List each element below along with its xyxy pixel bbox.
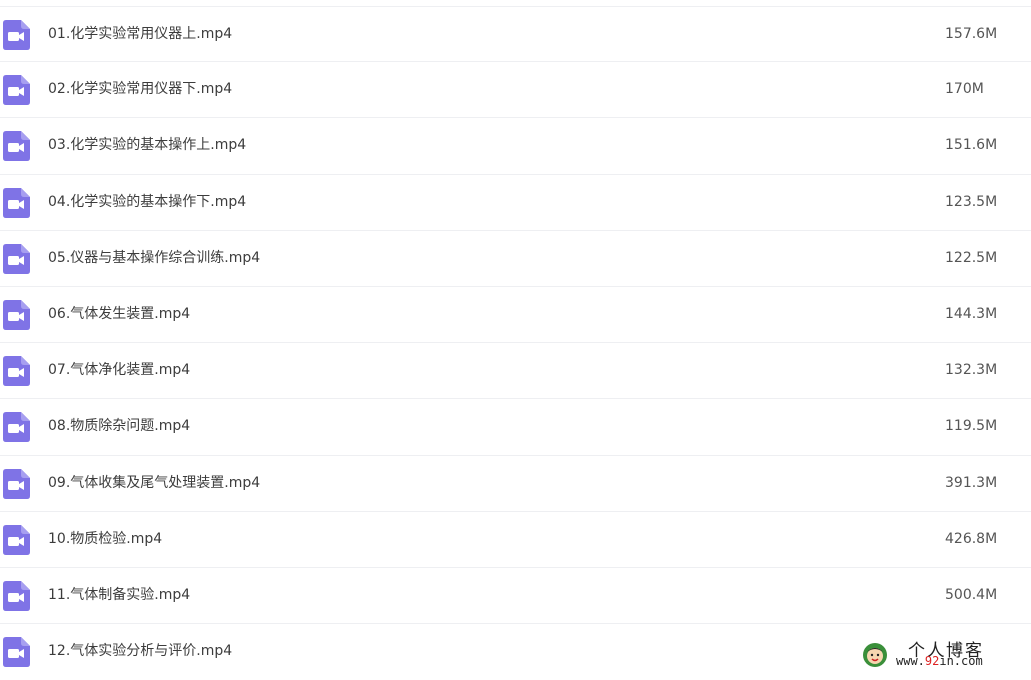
watermark-url-suffix: in.com — [939, 654, 983, 668]
file-row[interactable]: 10.物质检验.mp4 426.8M — [0, 512, 1031, 568]
video-file-icon — [3, 131, 30, 162]
file-name[interactable]: 06.气体发生装置.mp4 — [48, 304, 190, 324]
file-row[interactable]: 08.物质除杂问题.mp4 119.5M — [0, 399, 1031, 456]
file-list: 01.化学实验常用仪器上.mp4 157.6M 02.化学实验常用仪器下.mp4… — [0, 6, 1031, 680]
file-size: 122.5M — [945, 249, 998, 266]
video-file-icon — [3, 468, 30, 499]
file-size: 426.8M — [945, 530, 998, 547]
video-file-icon — [3, 524, 30, 555]
video-file-icon — [3, 75, 30, 106]
file-name[interactable]: 07.气体净化装置.mp4 — [48, 360, 190, 380]
file-row[interactable]: 03.化学实验的基本操作上.mp4 151.6M — [0, 118, 1031, 175]
file-row[interactable]: 04.化学实验的基本操作下.mp4 123.5M — [0, 175, 1031, 231]
file-name[interactable]: 10.物质检验.mp4 — [48, 529, 162, 549]
file-size: 500.4M — [945, 586, 998, 603]
file-name[interactable]: 02.化学实验常用仪器下.mp4 — [48, 79, 232, 99]
file-row[interactable]: 02.化学实验常用仪器下.mp4 170M — [0, 62, 1031, 119]
video-file-icon — [3, 580, 30, 611]
file-row[interactable]: 06.气体发生装置.mp4 144.3M — [0, 287, 1031, 344]
watermark-url-accent: 92 — [924, 654, 940, 668]
file-size: 132.3M — [945, 362, 998, 379]
file-size: 119.5M — [945, 418, 998, 435]
file-name[interactable]: 04.化学实验的基本操作下.mp4 — [48, 192, 246, 212]
video-file-icon — [3, 20, 30, 50]
blog-watermark: 个人博客 www.92in.com — [858, 636, 1028, 672]
video-file-icon — [3, 187, 30, 218]
video-file-icon — [3, 299, 30, 330]
file-name[interactable]: 05.仪器与基本操作综合训练.mp4 — [48, 248, 260, 268]
file-name[interactable]: 12.气体实验分析与评价.mp4 — [48, 641, 232, 661]
video-file-icon — [3, 412, 30, 443]
file-size: 157.6M — [945, 26, 998, 42]
watermark-url: www.92in.com — [896, 654, 983, 668]
file-size: 391.3M — [945, 474, 998, 491]
file-name[interactable]: 01.化学实验常用仪器上.mp4 — [48, 24, 232, 44]
video-file-icon — [3, 637, 30, 668]
file-name[interactable]: 11.气体制备实验.mp4 — [48, 585, 190, 605]
file-row[interactable]: 09.气体收集及尾气处理装置.mp4 391.3M — [0, 456, 1031, 512]
video-file-icon — [3, 243, 30, 274]
file-size: 151.6M — [945, 137, 998, 154]
file-name[interactable]: 09.气体收集及尾气处理装置.mp4 — [48, 473, 260, 493]
file-name[interactable]: 08.物质除杂问题.mp4 — [48, 416, 190, 436]
file-row[interactable]: 11.气体制备实验.mp4 500.4M — [0, 568, 1031, 625]
file-row[interactable]: 05.仪器与基本操作综合训练.mp4 122.5M — [0, 231, 1031, 287]
file-row[interactable]: 07.气体净化装置.mp4 132.3M — [0, 343, 1031, 400]
file-size: 123.5M — [945, 193, 998, 210]
video-file-icon — [3, 356, 30, 387]
file-name[interactable]: 03.化学实验的基本操作上.mp4 — [48, 135, 246, 155]
file-row[interactable]: 01.化学实验常用仪器上.mp4 157.6M — [0, 6, 1031, 63]
blog-avatar-icon — [862, 642, 888, 668]
watermark-url-prefix: www. — [896, 654, 925, 668]
file-size: 170M — [945, 81, 984, 98]
file-size: 144.3M — [945, 305, 998, 322]
